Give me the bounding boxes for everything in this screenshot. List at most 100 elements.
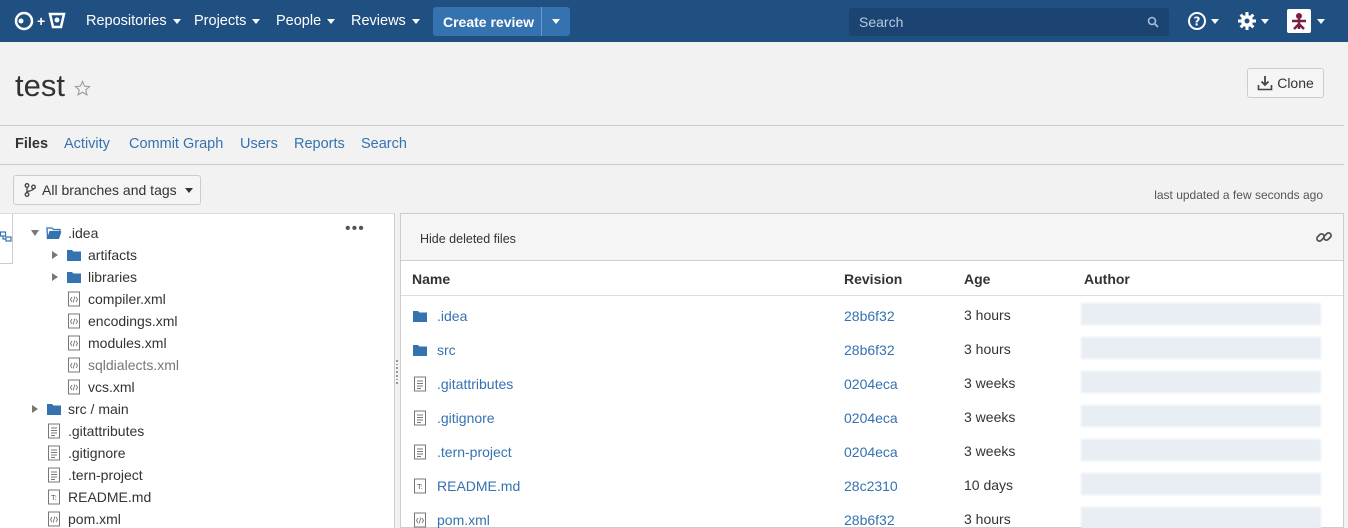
column-header-revision[interactable]: Revision: [844, 271, 902, 287]
settings-menu[interactable]: [1237, 11, 1269, 31]
tree-item[interactable]: modules.xml: [50, 332, 167, 354]
tab-activity[interactable]: Activity: [64, 136, 110, 152]
tab-files[interactable]: Files: [15, 136, 48, 152]
tree-item-label: compiler.xml: [88, 291, 166, 307]
logo-plus: +: [37, 13, 46, 29]
tree-item-label: vcs.xml: [88, 379, 135, 395]
nav-reviews[interactable]: Reviews: [351, 0, 420, 42]
file-name-link[interactable]: README.md: [437, 478, 520, 494]
branch-icon: [24, 183, 36, 197]
header-divider: [0, 125, 1344, 126]
author-redacted: [1081, 473, 1321, 495]
author-redacted: [1081, 439, 1321, 461]
revision-link[interactable]: 0204eca: [844, 444, 898, 460]
star-icon[interactable]: [74, 80, 91, 97]
last-updated-text: last updated a few seconds ago: [1154, 188, 1323, 202]
file-name-link[interactable]: .gitattributes: [437, 376, 513, 392]
nav-projects[interactable]: Projects: [194, 0, 261, 42]
tree-structure-icon[interactable]: [0, 231, 12, 245]
file-tree: ••• .idea artifacts libraries compiler.xml e…: [0, 213, 395, 528]
tree-gutter: [0, 214, 13, 264]
tree-item[interactable]: .tern-project: [30, 464, 143, 486]
table-row: src 28b6f32 3 hours: [401, 332, 1343, 366]
tree-expand-toggle[interactable]: [50, 251, 60, 259]
app-logo[interactable]: +: [14, 11, 68, 31]
tree-item[interactable]: .gitattributes: [30, 420, 144, 442]
gear-icon: [1238, 12, 1256, 30]
tree-item-label: libraries: [88, 269, 138, 285]
clone-button[interactable]: Clone: [1247, 68, 1324, 98]
tree-item[interactable]: encodings.xml: [50, 310, 178, 332]
tree-expand-toggle[interactable]: [30, 405, 40, 413]
tree-item-label: sqldialects.xml: [88, 357, 180, 373]
markdown-file-icon: T:: [414, 478, 426, 494]
column-header-name[interactable]: Name: [412, 271, 450, 287]
file-name-link[interactable]: .gitignore: [437, 410, 495, 426]
chevron-down-icon: [1317, 18, 1325, 24]
column-header-age[interactable]: Age: [964, 271, 990, 287]
panel-resize-handle[interactable]: [395, 360, 399, 385]
tree-expand-toggle[interactable]: [30, 230, 40, 236]
revision-link[interactable]: 28b6f32: [844, 512, 895, 528]
revision-link[interactable]: 28c2310: [844, 478, 898, 494]
search-icon[interactable]: [1147, 16, 1159, 28]
tree-item-label: .tern-project: [68, 467, 143, 483]
tree-item[interactable]: sqldialects.xml: [50, 354, 179, 376]
revision-link[interactable]: 0204eca: [844, 376, 898, 392]
nav-repositories[interactable]: Repositories: [86, 0, 181, 42]
tree-item-label: artifacts: [88, 247, 138, 263]
create-review-button[interactable]: Create review: [433, 7, 570, 36]
tab-search[interactable]: Search: [361, 136, 407, 152]
chevron-down-icon: [1211, 18, 1219, 24]
author-redacted: [1081, 337, 1321, 359]
tab-reports[interactable]: Reports: [294, 136, 345, 152]
tree-item[interactable]: pom.xml: [30, 508, 121, 528]
file-name-link[interactable]: pom.xml: [437, 512, 490, 528]
chevron-down-icon: [1261, 18, 1269, 24]
author-redacted: [1081, 371, 1321, 393]
tree-item[interactable]: artifacts: [50, 244, 137, 266]
chevron-down-icon: [552, 19, 560, 24]
text-file-icon: [48, 423, 60, 439]
file-age: 3 hours: [964, 511, 1011, 527]
file-age: 3 hours: [964, 307, 1011, 323]
xml-file-icon: [68, 357, 80, 373]
folder-open-icon: [46, 227, 62, 240]
revision-link[interactable]: 0204eca: [844, 410, 898, 426]
chevron-down-icon: [252, 18, 261, 24]
nav-reviews-label: Reviews: [351, 13, 406, 29]
table-row: .idea 28b6f32 3 hours: [401, 298, 1343, 332]
user-menu[interactable]: [1287, 9, 1325, 33]
file-name-link[interactable]: src: [437, 342, 456, 358]
tab-users[interactable]: Users: [240, 136, 278, 152]
file-name-link[interactable]: .idea: [437, 308, 467, 324]
tree-item[interactable]: .gitignore: [30, 442, 126, 464]
search-input[interactable]: [859, 14, 1139, 30]
tree-item[interactable]: .idea: [30, 222, 98, 244]
tree-item[interactable]: vcs.xml: [50, 376, 135, 398]
hide-deleted-files-link[interactable]: Hide deleted files: [420, 232, 516, 246]
tree-item[interactable]: T: README.md: [30, 486, 151, 508]
chevron-right-icon: [52, 251, 58, 259]
tree-item-label: encodings.xml: [88, 313, 178, 329]
help-menu[interactable]: ?: [1187, 11, 1219, 31]
column-header-author[interactable]: Author: [1084, 271, 1130, 287]
tree-item[interactable]: compiler.xml: [50, 288, 166, 310]
create-review-label: Create review: [443, 13, 535, 30]
revision-link[interactable]: 28b6f32: [844, 308, 895, 324]
file-name-link[interactable]: .tern-project: [437, 444, 512, 460]
folder-icon: [413, 345, 427, 356]
xml-file-icon: [68, 335, 80, 351]
tree-item[interactable]: libraries: [50, 266, 137, 288]
folder-icon: [67, 272, 81, 283]
nav-people[interactable]: People: [276, 0, 336, 42]
link-icon[interactable]: [1315, 228, 1333, 246]
create-review-dropdown[interactable]: [542, 19, 570, 24]
branch-selector[interactable]: All branches and tags: [13, 175, 201, 205]
tree-item[interactable]: src / main: [30, 398, 129, 420]
revision-link[interactable]: 28b6f32: [844, 342, 895, 358]
chevron-down-icon: [31, 230, 39, 236]
tree-expand-toggle[interactable]: [50, 273, 60, 281]
tree-more-options-icon[interactable]: •••: [345, 220, 365, 238]
tab-commit-graph[interactable]: Commit Graph: [129, 136, 223, 152]
